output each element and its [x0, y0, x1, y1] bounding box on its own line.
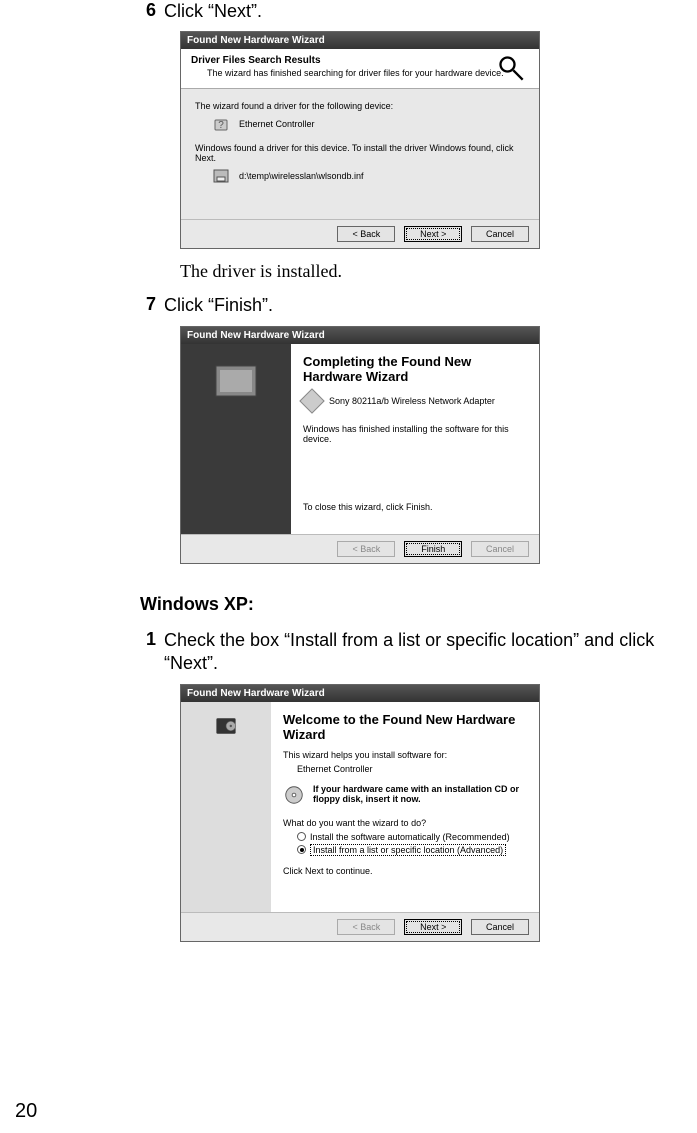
xp-step-1-text: Check the box “Install from a list or sp… [164, 629, 657, 676]
adapter-icon [299, 388, 324, 413]
dialog-driver-search: Found New Hardware Wizard Driver Files S… [180, 31, 540, 249]
dialog1-body: The wizard found a driver for the follow… [181, 89, 539, 219]
dialog-1-wrap: Found New Hardware Wizard Driver Files S… [180, 31, 657, 249]
dialog-completing: Found New Hardware Wizard Completing the… [180, 326, 540, 564]
dialog1-path-row: d:\temp\wirelesslan\wlsondb.inf [211, 167, 525, 185]
cancel-button[interactable]: Cancel [471, 226, 529, 242]
dialog2-banner-graphic [181, 344, 291, 534]
disk-icon [211, 167, 231, 185]
dialog3-buttons: < Back Next > Cancel [181, 912, 539, 941]
dialog1-install-line: Windows found a driver for this device. … [195, 143, 525, 163]
dialog2-heading: Completing the Found New Hardware Wizard [303, 354, 527, 384]
step-6: 6 Click “Next”. [140, 0, 657, 23]
dialog3-device: Ethernet Controller [297, 764, 527, 774]
dialog1-sub: The wizard has finished searching for dr… [207, 68, 529, 78]
cancel-button: Cancel [471, 541, 529, 557]
dialog3-titlebar: Found New Hardware Wizard [181, 685, 539, 702]
radio-checked-icon [297, 845, 306, 854]
dialog1-header: Driver Files Search Results The wizard h… [181, 49, 539, 89]
radio-unchecked-icon [297, 832, 306, 841]
dialog-2-wrap: Found New Hardware Wizard Completing the… [180, 326, 657, 564]
dialog3-right: Welcome to the Found New Hardware Wizard… [271, 702, 539, 912]
step-7-text: Click “Finish”. [164, 294, 273, 317]
svg-text:?: ? [218, 120, 224, 131]
xp-step-1-number: 1 [140, 629, 164, 676]
driver-installed-text: The driver is installed. [180, 261, 657, 282]
next-button[interactable]: Next > [404, 226, 462, 242]
dialog3-banner-graphic [181, 702, 271, 912]
dialog3-prompt: What do you want the wizard to do? [283, 818, 527, 828]
dialog2-done-line: Windows has finished installing the soft… [303, 424, 527, 444]
dialog2-device: Sony 80211a/b Wireless Network Adapter [329, 396, 495, 406]
dialog3-body: Welcome to the Found New Hardware Wizard… [181, 702, 539, 912]
cd-icon [283, 784, 305, 808]
step-6-text: Click “Next”. [164, 0, 262, 23]
back-button: < Back [337, 541, 395, 557]
back-button: < Back [337, 919, 395, 935]
windows-xp-heading: Windows XP: [140, 594, 657, 615]
dialog2-titlebar: Found New Hardware Wizard [181, 327, 539, 344]
dialog3-cd-row: If your hardware came with an installati… [283, 784, 527, 808]
search-icon [497, 55, 525, 81]
dialog2-device-row: Sony 80211a/b Wireless Network Adapter [303, 392, 527, 410]
dialog1-buttons: < Back Next > Cancel [181, 219, 539, 248]
hardware-icon [214, 714, 238, 741]
dialog3-heading: Welcome to the Found New Hardware Wizard [283, 712, 527, 742]
dialog2-body: Completing the Found New Hardware Wizard… [181, 344, 539, 534]
cancel-button[interactable]: Cancel [471, 919, 529, 935]
step-6-number: 6 [140, 0, 164, 23]
radio-specific-label: Install from a list or specific location… [310, 844, 506, 856]
dialog1-device-row: ? Ethernet Controller [211, 115, 525, 133]
dialog1-titlebar: Found New Hardware Wizard [181, 32, 539, 49]
dialog1-heading: Driver Files Search Results [191, 55, 529, 66]
radio-auto[interactable]: Install the software automatically (Reco… [297, 832, 527, 842]
dialog3-help-line: This wizard helps you install software f… [283, 750, 527, 760]
dialog2-right: Completing the Found New Hardware Wizard… [291, 344, 539, 534]
question-icon: ? [211, 115, 231, 133]
dialog2-buttons: < Back Finish Cancel [181, 534, 539, 563]
next-button[interactable]: Next > [404, 919, 462, 935]
dialog1-path: d:\temp\wirelesslan\wlsondb.inf [239, 171, 364, 181]
dialog-3-wrap: Found New Hardware Wizard Welcome to the… [180, 684, 657, 942]
xp-step-1: 1 Check the box “Install from a list or … [140, 629, 657, 676]
step-7: 7 Click “Finish”. [140, 294, 657, 317]
page-number: 20 [15, 1100, 37, 1123]
dialog3-continue: Click Next to continue. [283, 866, 527, 876]
step-7-number: 7 [140, 294, 164, 317]
dialog1-found-line: The wizard found a driver for the follow… [195, 101, 525, 111]
dialog1-device: Ethernet Controller [239, 119, 315, 129]
dialog2-close-line: To close this wizard, click Finish. [303, 502, 527, 512]
radio-auto-label: Install the software automatically (Reco… [310, 832, 510, 842]
dialog3-cd-bold: If your hardware came with an installati… [313, 784, 527, 804]
finish-button[interactable]: Finish [404, 541, 462, 557]
dialog-welcome-xp: Found New Hardware Wizard Welcome to the… [180, 684, 540, 942]
back-button[interactable]: < Back [337, 226, 395, 242]
radio-specific[interactable]: Install from a list or specific location… [297, 844, 527, 856]
